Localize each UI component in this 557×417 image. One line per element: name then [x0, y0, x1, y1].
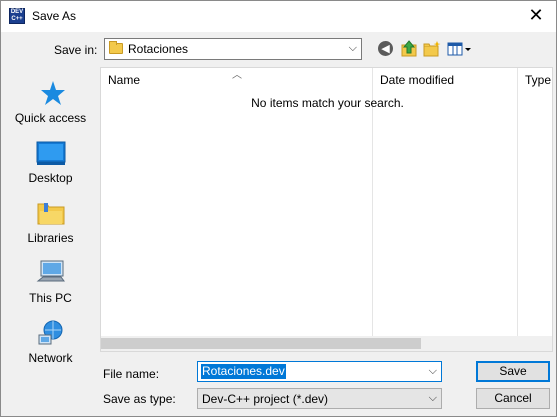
file-name-field[interactable]: Rotaciones.dev ⌵: [197, 361, 442, 382]
place-label: This PC: [29, 291, 72, 305]
up-folder-button[interactable]: [399, 39, 419, 59]
file-list[interactable]: Name ︿ Date modified Type No items match…: [100, 67, 553, 352]
save-button[interactable]: Save: [476, 361, 550, 382]
save-in-label-text: Save in:: [54, 43, 98, 57]
back-icon: ◀: [378, 41, 393, 56]
place-libraries[interactable]: Libraries: [7, 195, 94, 251]
place-label: Libraries: [27, 231, 74, 245]
view-menu-icon: [447, 42, 471, 56]
column-header-name[interactable]: Name: [108, 68, 140, 92]
save-as-dialog: DEV C++ Save As ✕ Save in: Rotaciones ⌵ …: [0, 0, 557, 417]
back-button[interactable]: ◀: [376, 39, 396, 59]
save-in-label: Save in:: [54, 43, 97, 57]
save-as-type-value: Dev-C++ project (*.dev): [202, 392, 329, 406]
place-quick-access[interactable]: Quick access: [7, 75, 94, 131]
cancel-button[interactable]: Cancel: [476, 388, 550, 409]
title-bar: DEV C++ Save As ✕: [1, 1, 556, 32]
chevron-down-icon[interactable]: ⌵: [429, 364, 437, 378]
place-this-pc[interactable]: This PC: [7, 255, 94, 311]
computer-icon: [36, 260, 65, 282]
sort-up-icon: ︿: [232, 70, 242, 81]
network-icon: [38, 320, 63, 345]
place-label: Desktop: [28, 171, 73, 185]
star-icon: [41, 81, 65, 105]
devcpp-app-icon: DEV C++: [9, 8, 25, 24]
save-in-dropdown[interactable]: Rotaciones ⌵: [104, 38, 362, 60]
place-label: Quick access: [14, 111, 87, 125]
place-network[interactable]: Network: [7, 315, 94, 371]
libraries-icon: [37, 203, 65, 225]
places-bar: Quick access Desktop Libraries This PC N…: [7, 67, 94, 374]
file-name-label: File name:: [103, 367, 160, 381]
new-folder-icon: [423, 41, 441, 57]
horizontal-scrollbar[interactable]: [101, 336, 552, 351]
desktop-icon: [36, 141, 66, 165]
column-header-type[interactable]: Type: [525, 68, 551, 92]
place-desktop[interactable]: Desktop: [7, 135, 94, 191]
close-icon[interactable]: ✕: [524, 4, 548, 28]
column-header-date-modified[interactable]: Date modified: [380, 68, 454, 92]
save-as-type-label: Save as type:: [103, 392, 176, 406]
chevron-down-icon: ⌵: [348, 41, 357, 54]
app-icon-text-bottom: C++: [11, 16, 23, 22]
save-in-value: Rotaciones: [128, 42, 189, 56]
window-title: Save As: [32, 9, 77, 23]
file-name-value: Rotaciones.dev: [201, 364, 286, 379]
new-folder-button[interactable]: [422, 39, 442, 59]
app-icon-text-top: DEV: [10, 9, 24, 15]
up-folder-icon: [401, 40, 417, 57]
place-label: Network: [28, 351, 73, 365]
save-as-type-dropdown[interactable]: Dev-C++ project (*.dev) ⌵: [197, 388, 442, 409]
scrollbar-thumb[interactable]: [101, 338, 421, 349]
folder-icon: [109, 41, 123, 54]
view-menu-button[interactable]: [447, 39, 473, 59]
chevron-down-icon: ⌵: [428, 391, 437, 404]
empty-message: No items match your search.: [251, 96, 404, 110]
